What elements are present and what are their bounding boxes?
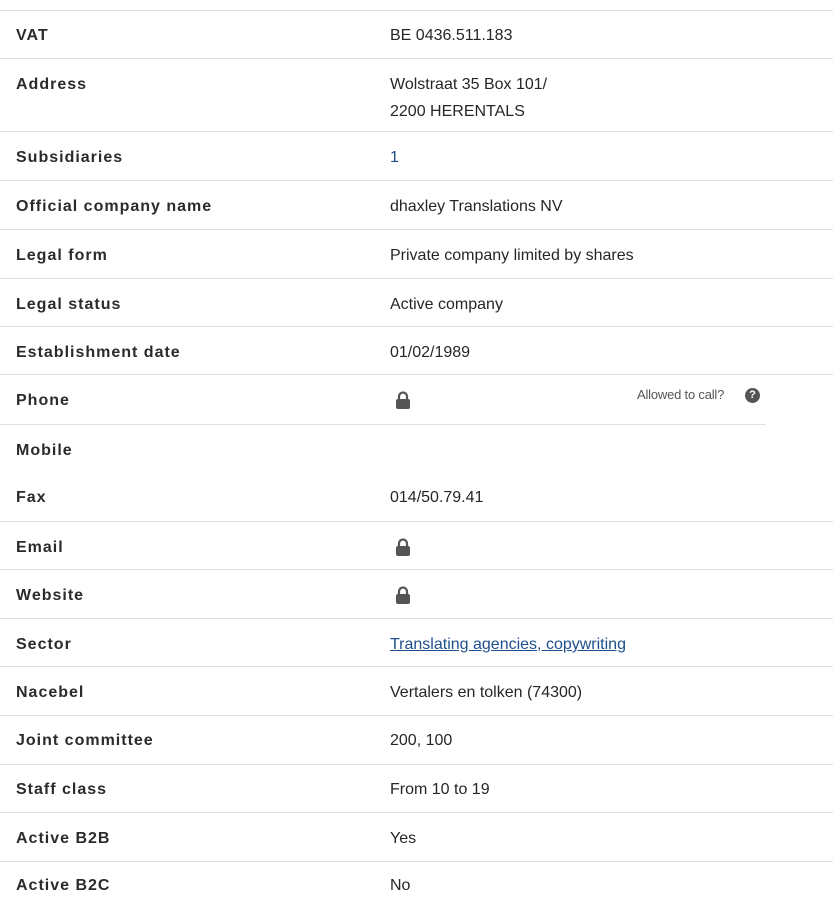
row-official-name: Official company name dhaxley Translatio… bbox=[0, 181, 833, 230]
legal-status-label: Legal status bbox=[16, 296, 122, 313]
address-line2: 2200 HERENTALS bbox=[390, 103, 525, 120]
phone-label: Phone bbox=[16, 392, 70, 409]
address-label: Address bbox=[16, 76, 88, 93]
row-fax: Fax 014/50.79.41 bbox=[0, 473, 833, 522]
legal-form-value: Private company limited by shares bbox=[390, 247, 634, 264]
row-subsidiaries: Subsidiaries 1 bbox=[0, 132, 833, 181]
staff-class-value: From 10 to 19 bbox=[390, 781, 490, 798]
staff-class-label: Staff class bbox=[16, 781, 108, 798]
joint-committee-label: Joint committee bbox=[16, 732, 154, 749]
allowed-to-call-link[interactable]: Allowed to call? bbox=[637, 387, 724, 403]
nacebel-value: Vertalers en tolken (74300) bbox=[390, 684, 583, 701]
lock-icon[interactable] bbox=[395, 391, 411, 409]
row-active-b2c: Active B2C No bbox=[0, 862, 833, 894]
establishment-date-value: 01/02/1989 bbox=[390, 344, 471, 361]
row-mobile: Mobile bbox=[0, 425, 833, 473]
lock-icon[interactable] bbox=[395, 538, 411, 556]
lock-icon[interactable] bbox=[395, 586, 411, 604]
active-b2b-label: Active B2B bbox=[16, 830, 111, 847]
row-phone: Phone Allowed to call? ? bbox=[0, 375, 833, 425]
legal-status-value: Active company bbox=[390, 296, 503, 313]
sector-label: Sector bbox=[16, 636, 72, 653]
row-legal-status: Legal status Active company bbox=[0, 279, 833, 327]
official-name-value: dhaxley Translations NV bbox=[390, 198, 563, 215]
row-address: Address Wolstraat 35 Box 101/ 2200 HEREN… bbox=[0, 59, 833, 132]
row-email: Email bbox=[0, 522, 833, 570]
row-joint-committee: Joint committee 200, 100 bbox=[0, 716, 833, 765]
email-label: Email bbox=[16, 539, 64, 556]
joint-committee-value: 200, 100 bbox=[390, 732, 453, 749]
active-b2c-value: No bbox=[390, 877, 411, 894]
row-nacebel: Nacebel Vertalers en tolken (74300) bbox=[0, 667, 833, 716]
establishment-date-label: Establishment date bbox=[16, 344, 181, 361]
vat-value: BE 0436.511.183 bbox=[390, 27, 513, 44]
row-establishment-date: Establishment date 01/02/1989 bbox=[0, 327, 833, 375]
address-line1: Wolstraat 35 Box 101/ bbox=[390, 76, 548, 93]
nacebel-label: Nacebel bbox=[16, 684, 85, 701]
row-sector: Sector Translating agencies, copywriting bbox=[0, 619, 833, 667]
fax-value: 014/50.79.41 bbox=[390, 489, 484, 506]
fax-label: Fax bbox=[16, 489, 47, 506]
mobile-label: Mobile bbox=[16, 442, 73, 459]
vat-label: VAT bbox=[16, 27, 49, 44]
official-name-label: Official company name bbox=[16, 198, 213, 215]
legal-form-label: Legal form bbox=[16, 247, 108, 264]
active-b2b-value: Yes bbox=[390, 830, 417, 847]
row-website: Website bbox=[0, 570, 833, 619]
active-b2c-label: Active B2C bbox=[16, 877, 111, 894]
sector-link[interactable]: Translating agencies, copywriting bbox=[390, 633, 626, 657]
row-vat: VAT BE 0436.511.183 bbox=[0, 11, 833, 59]
website-label: Website bbox=[16, 587, 85, 604]
subsidiaries-link[interactable]: 1 bbox=[390, 146, 399, 170]
row-legal-form: Legal form Private company limited by sh… bbox=[0, 230, 833, 279]
row-staff-class: Staff class From 10 to 19 bbox=[0, 765, 833, 813]
subsidiaries-label: Subsidiaries bbox=[16, 149, 124, 166]
row-active-b2b: Active B2B Yes bbox=[0, 813, 833, 862]
question-circle-icon[interactable]: ? bbox=[745, 388, 760, 403]
